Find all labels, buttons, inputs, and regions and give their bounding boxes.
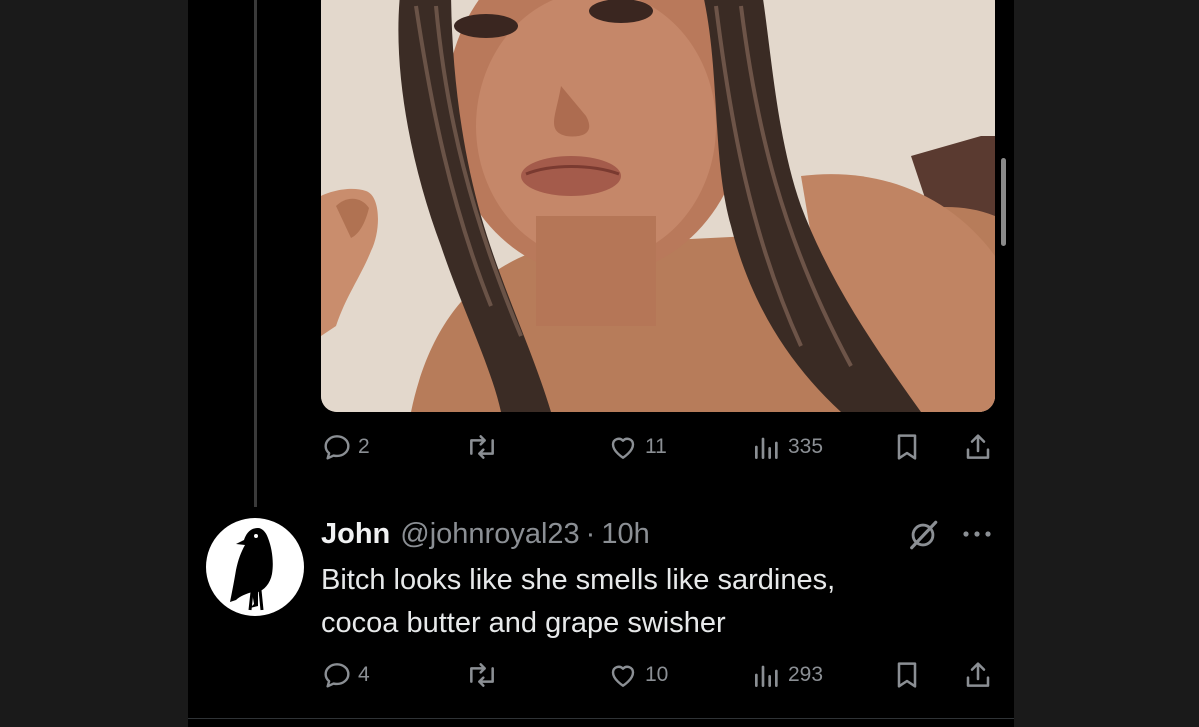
views-button[interactable]: 335 [751,432,823,462]
grok-button[interactable] [906,518,940,552]
reply-button[interactable]: 2 [321,432,370,462]
thread-connector-line [254,0,257,507]
repost-icon [470,435,494,459]
views-button[interactable]: 293 [751,660,823,690]
views-count: 335 [788,435,824,458]
reply-text-line-2: cocoa butter and grape swisher [321,607,726,639]
reply-button[interactable]: 4 [321,660,370,690]
share-button[interactable] [961,432,995,462]
like-count: 11 [645,435,667,458]
author-name[interactable]: John [321,518,390,551]
avatar[interactable] [206,518,304,616]
reply-text: Bitch looks like she smells like sardine… [321,559,981,645]
tweet-action-bar: 2 11 335 [321,432,995,462]
author-handle[interactable]: @johnroyal23 [400,518,579,551]
heart-icon [611,665,635,687]
share-button[interactable] [961,660,995,690]
reply-count: 4 [358,663,370,686]
like-count: 10 [645,663,669,686]
views-count: 293 [788,663,824,686]
repost-button[interactable] [464,432,500,462]
share-icon [966,662,990,687]
reply-text-line-1: Bitch looks like she smells like sardine… [321,564,836,596]
more-icon [963,531,991,537]
repost-button[interactable] [464,660,500,690]
crow-silhouette-icon [230,528,273,611]
grok-icon [910,520,938,550]
heart-icon [611,437,635,459]
divider [188,718,1014,719]
bookmark-icon [897,434,917,460]
tweet-media-image[interactable] [321,0,995,412]
right-gutter [1014,0,1199,727]
bookmark-button[interactable] [891,432,923,462]
more-options-button[interactable] [958,520,996,548]
reply-count: 2 [358,435,370,458]
reply-icon [324,663,350,688]
bookmark-button[interactable] [891,660,923,690]
separator-dot: · [585,517,596,550]
share-icon [966,434,990,459]
reply-header: John @johnroyal23 · 10h [321,514,650,554]
views-icon [755,665,778,687]
like-button[interactable]: 11 [606,432,667,462]
like-button[interactable]: 10 [606,660,668,690]
timestamp[interactable]: 10h [601,518,649,551]
bookmark-icon [897,662,917,688]
photo-illustration [321,0,995,412]
left-gutter [0,0,188,727]
views-icon [755,437,778,459]
reply-action-bar: 4 10 293 [321,660,995,690]
repost-icon [470,663,494,687]
scrollbar-thumb[interactable] [1001,158,1006,246]
reply-icon [324,435,350,460]
